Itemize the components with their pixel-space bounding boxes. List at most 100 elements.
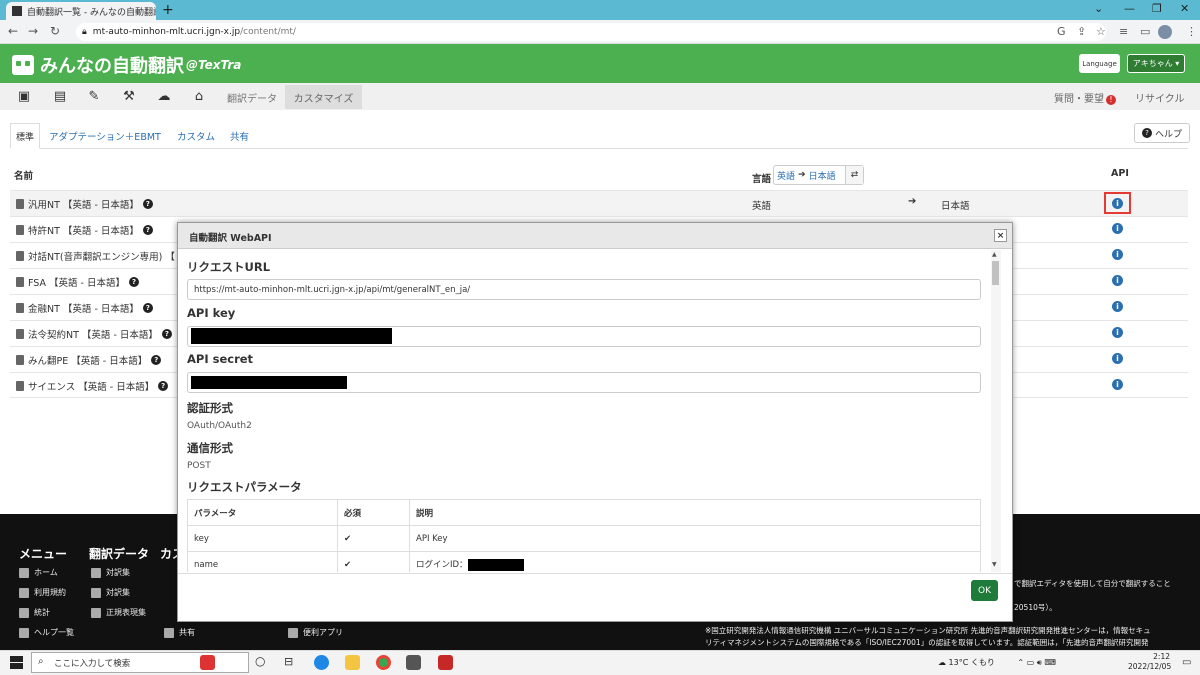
row-name[interactable]: サイエンス 【英語 - 日本語】? [16,379,169,393]
reload-icon[interactable]: ↻ [50,24,60,38]
windows-start-icon[interactable] [10,656,23,669]
lang-from[interactable]: 英語 [774,169,798,182]
bookmark-star-icon[interactable]: ☆ [1096,25,1106,38]
forward-icon[interactable]: → [28,24,38,38]
lang-to[interactable]: 日本語 [806,169,839,182]
browser-tab[interactable]: 自動翻訳一覧 - みんなの自動翻訳 ✕ [6,2,156,20]
footer-link-corpus[interactable]: 対訳集 [91,567,130,578]
new-tab-icon[interactable]: + [162,2,174,18]
footer-link-regex[interactable]: 正規表現集 [91,607,146,618]
wrench-icon[interactable]: ⚒ [121,88,137,104]
nav-recycle[interactable]: リサイクル [1135,90,1185,105]
address-bar[interactable]: 🔒︎ mt-auto-minhon-mlt.ucri.jgn-x.jp/cont… [76,23,1106,41]
params-table: パラメータ 必須 説明 key ✔ API Key name ✔ ログインID： [187,499,981,572]
modal-scrollbar[interactable] [991,250,1001,572]
tab-standard[interactable]: 標準 [10,123,40,149]
tray-icons[interactable]: ⌃ ▭ 🔊︎ ⌨ [1017,658,1055,667]
nav-questions[interactable]: 質問・要望! [1054,90,1116,105]
question-icon[interactable]: ? [142,199,153,209]
modal-close-icon[interactable]: × [994,229,1007,242]
profile-avatar[interactable] [1158,25,1172,39]
tab-adaptation[interactable]: アダプテーション＋EBMT [49,129,161,143]
question-icon[interactable]: ? [161,329,172,339]
extension-icon[interactable]: ▭ [1140,25,1150,38]
taskbar-clock[interactable]: 2:12 2022/12/05 [1128,652,1171,672]
system-tray[interactable]: ☁ 13°C くもり ⌃ ▭ 🔊︎ ⌨ [938,657,1056,668]
tab-list-icon[interactable]: ⌄ [1094,2,1103,15]
swap-icon[interactable]: ⇄ [845,166,863,184]
scroll-up-icon[interactable]: ▲ [992,251,997,258]
scroll-down-icon[interactable]: ▼ [992,561,997,568]
browser-menu-icon[interactable]: ⋮ [1186,25,1197,38]
question-icon[interactable]: ? [142,225,153,235]
language-button[interactable]: Language [1079,54,1120,73]
app-icon[interactable] [406,655,421,670]
robot-logo-icon [12,55,34,75]
nav-customize[interactable]: カスタマイズ [285,85,362,109]
pencil-icon[interactable]: ✎ [86,88,102,104]
api-info-icon[interactable]: i [1112,223,1123,234]
api-info-icon[interactable]: i [1112,249,1123,260]
footer-link-corpus[interactable]: 対訳集 [91,587,130,598]
question-icon[interactable]: ? [151,355,162,365]
question-icon[interactable]: ? [129,277,139,287]
footer-link-apps[interactable]: 便利アプリ [288,627,343,638]
row-name[interactable]: 特許NT 【英語 - 日本語】? [16,223,153,237]
footer-link-home[interactable]: ホーム [19,567,58,578]
ok-button[interactable]: OK [971,580,998,601]
row-name[interactable]: 汎用NT 【英語 - 日本語】? [16,197,153,211]
minimize-icon[interactable]: — [1124,2,1135,15]
chrome-icon[interactable] [376,655,391,670]
nav-translation-data[interactable]: 翻訳データ [227,90,277,105]
notification-icon[interactable]: ▭ [1182,657,1191,668]
cloud-icon[interactable]: ☁ [156,88,172,104]
modal-body[interactable]: リクエストURL https://mt-auto-minhon-mlt.ucri… [178,250,991,572]
reading-list-icon[interactable]: ≡ [1119,25,1128,38]
edge-icon[interactable] [314,655,329,670]
back-icon[interactable]: ← [8,24,18,38]
row-name[interactable]: 対話NT(音声翻訳エンジン専用) 【 [16,249,175,263]
footer-link-terms[interactable]: 利用規約 [19,587,66,598]
robot-icon[interactable]: ▣ [16,88,32,104]
tab-custom[interactable]: カスタム [177,129,215,143]
google-icon[interactable]: G [1057,25,1066,38]
api-info-icon[interactable]: i [1112,301,1123,312]
question-icon[interactable]: ? [142,303,153,313]
row-name[interactable]: 金融NT 【英語 - 日本語】? [16,301,153,315]
col-header-lang: 言語 [752,174,772,185]
home-icon[interactable]: ⌂ [191,88,207,104]
row-name[interactable]: みん翻PE 【英語 - 日本語】? [16,353,162,367]
api-info-icon[interactable]: i [1112,353,1123,364]
row-name[interactable]: 法令契約NT 【英語 - 日本語】? [16,327,172,341]
table-row[interactable] [10,190,1188,216]
maximize-icon[interactable]: ❐ [1152,2,1162,15]
angular-icon[interactable] [438,655,453,670]
table-row: name ✔ ログインID： [187,551,981,572]
document-icon[interactable]: ▤ [52,88,68,104]
user-menu-button[interactable]: アキちゃん ▾ [1127,54,1185,73]
site-logo[interactable]: みんなの自動翻訳 @TexTra [12,52,241,78]
language-direction-switch[interactable]: 英語 ➔ 日本語 ⇄ [773,165,864,185]
footer-link-help[interactable]: ヘルプ一覧 [19,627,74,638]
lock-icon: 🔒︎ [82,27,87,37]
scrollbar-thumb[interactable] [992,261,999,285]
row-name-text: みん翻PE 【英語 - 日本語】 [28,356,148,367]
tab-shared[interactable]: 共有 [230,129,249,143]
question-icon[interactable]: ? [158,381,169,391]
window-close-icon[interactable]: ✕ [1180,2,1189,15]
share-icon[interactable]: ⇪ [1077,25,1086,38]
api-info-icon[interactable]: i [1112,275,1123,286]
help-button[interactable]: ? ヘルプ [1134,123,1190,143]
widgets-icon[interactable]: ⊟ [284,655,293,668]
task-view-icon[interactable]: ○ [255,654,265,668]
api-info-icon[interactable]: i [1112,379,1123,390]
request-url-field[interactable]: https://mt-auto-minhon-mlt.ucri.jgn-x.jp… [187,279,981,300]
api-info-icon[interactable]: i [1112,327,1123,338]
row-name[interactable]: FSA 【英語 - 日本語】? [16,275,139,289]
taskbar-search[interactable]: ⌕ ここに入力して検索 [31,652,249,673]
footer-link-stats[interactable]: 統計 [19,607,50,618]
file-explorer-icon[interactable] [345,655,360,670]
url-host: mt-auto-minhon-mlt.ucri.jgn-x.jp [92,27,241,37]
api-info-icon[interactable]: i [1112,198,1123,209]
footer-link-shared[interactable]: 共有 [164,627,195,638]
